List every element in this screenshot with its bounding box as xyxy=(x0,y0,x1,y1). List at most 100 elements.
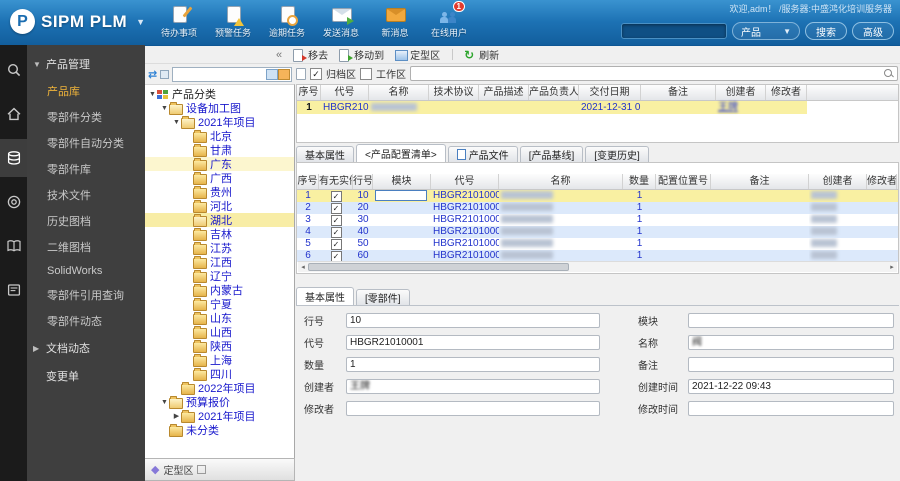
table-cell[interactable]: ✓ xyxy=(319,250,353,262)
tree-node[interactable]: ▼ 设备加工图 xyxy=(145,101,294,115)
tree-node[interactable]: ▼ 预算报价 xyxy=(145,395,294,409)
tree-node[interactable]: ▼ 产品分类 xyxy=(145,87,294,101)
refresh-tree-icon[interactable]: ⇄ xyxy=(148,68,157,81)
toolbar-button-finalize-zone[interactable]: 定型区 xyxy=(395,47,440,62)
tree-node[interactable]: ▼ 2021年项目 xyxy=(145,115,294,129)
column-header[interactable]: 创建者 xyxy=(716,85,766,100)
tree-node[interactable]: 湖北 xyxy=(145,213,294,227)
column-header[interactable]: 交付日期 xyxy=(579,85,641,100)
table-row[interactable]: 1 HBGR2101 2021-12-31 09:... 王牌 xyxy=(297,101,807,114)
column-header[interactable]: 名称 xyxy=(499,174,623,189)
tree-node[interactable]: 广西 xyxy=(145,171,294,185)
table-cell[interactable]: ✓ xyxy=(319,214,353,226)
table-cell[interactable]: ✓ xyxy=(319,238,353,250)
tree-node[interactable]: 山东 xyxy=(145,311,294,325)
table-cell[interactable]: ✓ xyxy=(319,226,353,238)
column-header[interactable]: 序号 xyxy=(297,174,319,189)
column-header[interactable]: 数量 xyxy=(623,174,656,189)
sidebar-item-parts-auto-classification[interactable]: 零部件自动分类 xyxy=(27,130,145,156)
archive-checkbox[interactable]: ✓ xyxy=(310,67,322,80)
sidebar-item-parts-classification[interactable]: 零部件分类 xyxy=(27,104,145,130)
search-icon[interactable] xyxy=(884,69,892,77)
scroll-left-icon[interactable]: ◂ xyxy=(298,263,308,271)
tab-product-config-list[interactable]: <产品配置清单> xyxy=(356,144,446,162)
table-row[interactable]: 4 ✓ 40 HBGR21010004 1 xyxy=(297,226,898,238)
tree-node[interactable]: ▶ 2021年项目 xyxy=(145,409,294,423)
checkbox-checked-icon[interactable]: ✓ xyxy=(330,250,342,262)
tree-node[interactable]: 宁夏 xyxy=(145,297,294,311)
column-header[interactable]: 行号 xyxy=(353,174,373,189)
table-cell[interactable] xyxy=(373,189,431,202)
tree-node[interactable]: 四川 xyxy=(145,367,294,381)
rail-item-home[interactable] xyxy=(0,95,27,133)
column-header[interactable]: 技术协议 xyxy=(429,85,479,100)
tree-settings-icon[interactable] xyxy=(160,69,170,79)
rail-item-news[interactable] xyxy=(0,271,27,309)
tree-search-go-icon[interactable] xyxy=(266,68,278,80)
rail-item-search[interactable] xyxy=(0,51,27,89)
workspace-checkbox[interactable] xyxy=(360,67,372,80)
tab-change-history[interactable]: [变更历史] xyxy=(585,146,649,162)
field-module-input[interactable] xyxy=(688,313,894,328)
toolbar-button-move-to[interactable]: 移动到 xyxy=(339,47,384,62)
toolbar-button-remove[interactable]: 移去 xyxy=(293,47,328,62)
column-header[interactable]: 备注 xyxy=(711,174,809,189)
table-row[interactable]: 5 ✓ 50 HBGR21010005 1 xyxy=(297,238,898,250)
quick-item-new-message[interactable]: 新消息 xyxy=(368,4,422,39)
tree-node[interactable]: 甘肃 xyxy=(145,143,294,157)
column-header[interactable]: 序号 xyxy=(297,85,321,100)
scroll-right-icon[interactable]: ▸ xyxy=(887,263,897,271)
tab-detail-parts[interactable]: [零部件] xyxy=(356,289,410,305)
table-cell[interactable]: ✓ xyxy=(319,202,353,214)
column-header[interactable]: 修改者 xyxy=(766,85,807,100)
app-logo[interactable]: P SIPM PLM ▼ xyxy=(10,9,145,34)
scrollbar-track[interactable] xyxy=(308,263,887,271)
finalize-zone-bar[interactable]: ◆ 定型区 xyxy=(145,458,295,481)
checkbox-checked-icon[interactable]: ✓ xyxy=(330,214,342,226)
sidebar-item-2d-drawings[interactable]: 二维图档 xyxy=(27,234,145,260)
column-header[interactable]: 产品描述 xyxy=(479,85,529,100)
tree-node[interactable]: 山西 xyxy=(145,325,294,339)
sidebar-item-parts-reference-query[interactable]: 零部件引用查询 xyxy=(27,282,145,308)
field-code-input[interactable]: HBGR21010001 xyxy=(346,335,600,350)
rail-item-support[interactable] xyxy=(0,183,27,221)
search-button[interactable]: 搜索 xyxy=(805,22,847,40)
tab-detail-basic-properties[interactable]: 基本属性 xyxy=(296,287,354,305)
checkbox-checked-icon[interactable]: ✓ xyxy=(330,202,342,214)
tree-node[interactable]: 北京 xyxy=(145,129,294,143)
tree-node[interactable]: 河北 xyxy=(145,199,294,213)
field-creator-input[interactable]: 王牌 xyxy=(346,379,600,394)
search-category-dropdown[interactable]: 产品 ▼ xyxy=(732,22,800,40)
quick-item-overdue-task[interactable]: 逾期任务 xyxy=(260,4,314,39)
sidebar-item-technical-documents[interactable]: 技术文件 xyxy=(27,182,145,208)
table-row[interactable]: 1 ✓ 10 HBGR21010001 1 xyxy=(297,189,898,202)
tree-node[interactable]: 江西 xyxy=(145,255,294,269)
field-line-no-input[interactable]: 10 xyxy=(346,313,600,328)
checkbox-checked-icon[interactable]: ✓ xyxy=(330,238,342,250)
tab-product-baseline[interactable]: [产品基线] xyxy=(519,146,584,162)
tree-search-input[interactable] xyxy=(173,67,260,81)
filter-search-input[interactable] xyxy=(413,67,831,80)
table-row[interactable]: 3 ✓ 30 HBGR21010003 1 xyxy=(297,214,898,226)
expand-icon[interactable] xyxy=(197,465,207,474)
sidebar-group-product-management[interactable]: ▼ 产品管理 xyxy=(27,50,145,78)
field-modifier-input[interactable] xyxy=(346,401,600,416)
tree-node[interactable]: 广东 xyxy=(145,157,294,171)
toolbar-button-refresh[interactable]: ↻ 刷新 xyxy=(464,47,499,63)
sidebar-item-history-drawings[interactable]: 历史图档 xyxy=(27,208,145,234)
advanced-search-button[interactable]: 高级 xyxy=(852,22,894,40)
tab-product-files[interactable]: 产品文件 xyxy=(447,146,518,162)
sidebar-item-change-order[interactable]: 变更单 xyxy=(27,362,145,390)
column-header[interactable]: 名称 xyxy=(369,85,429,100)
column-header[interactable]: 代号 xyxy=(431,174,499,189)
checkbox-checked-icon[interactable]: ✓ xyxy=(330,190,342,202)
field-create-time-input[interactable]: 2021-12-22 09:43 xyxy=(688,379,894,394)
tree-node[interactable]: 2022年项目 xyxy=(145,381,294,395)
column-header[interactable]: 创建者 xyxy=(809,174,867,189)
sidebar-item-parts-activity[interactable]: 零部件动态 xyxy=(27,308,145,334)
tree-node[interactable]: 贵州 xyxy=(145,185,294,199)
column-header[interactable]: 备注 xyxy=(641,85,716,100)
tree-node[interactable]: 内蒙古 xyxy=(145,283,294,297)
horizontal-scrollbar[interactable]: ◂ ▸ xyxy=(298,261,897,272)
tree-search-clear-icon[interactable] xyxy=(278,68,290,80)
